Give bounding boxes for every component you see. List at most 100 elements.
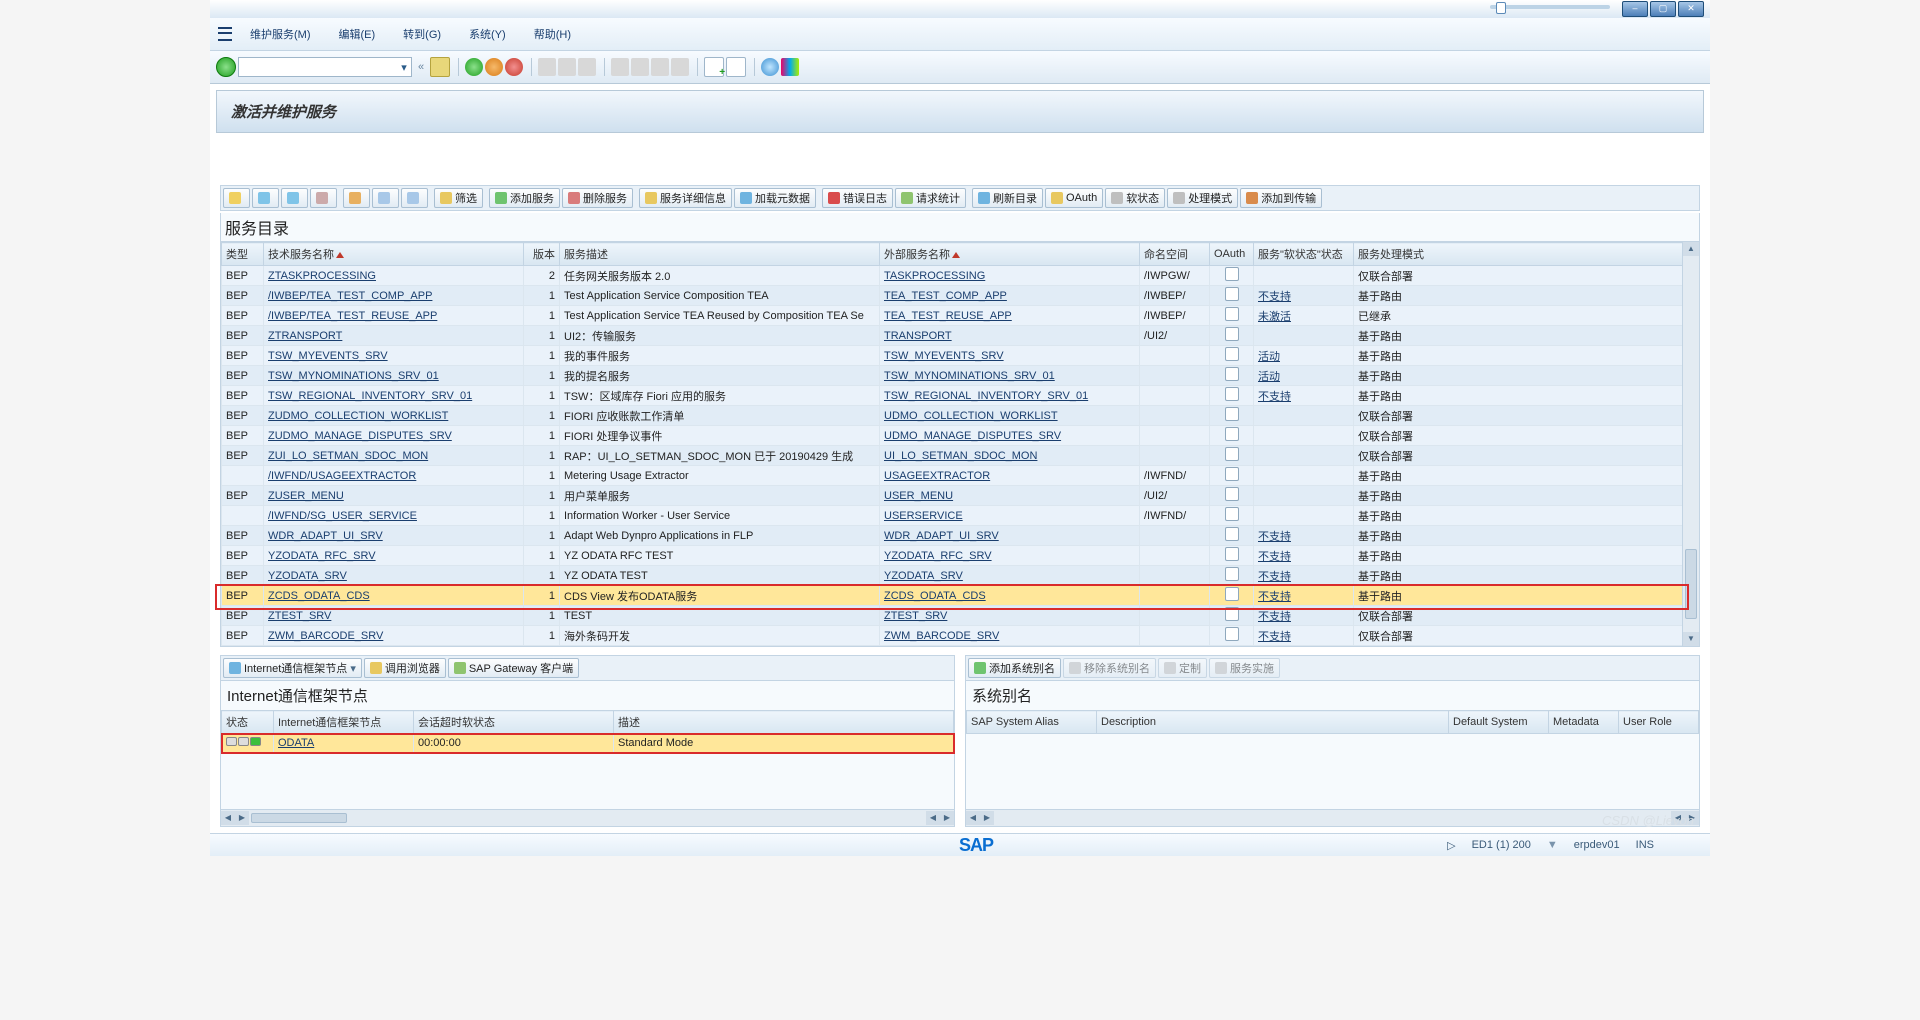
- alias-col-desc[interactable]: Description: [1097, 711, 1449, 734]
- cell-ext[interactable]: WDR_ADAPT_UI_SRV: [880, 526, 1140, 546]
- cell-ss[interactable]: 不支持: [1254, 546, 1354, 566]
- btn-service-detail[interactable]: 服务详细信息: [639, 188, 732, 208]
- btn-find[interactable]: [310, 188, 337, 208]
- btn-icf-node[interactable]: Internet通信框架节点▾: [223, 658, 362, 678]
- cell-oauth[interactable]: [1210, 366, 1254, 386]
- menu-goto[interactable]: 转到(G): [403, 26, 441, 42]
- cell-ext[interactable]: USER_MENU: [880, 486, 1140, 506]
- table-row[interactable]: BEPZWM_BARCODE_SRV1海外条码开发ZWM_BARCODE_SRV…: [222, 626, 1683, 646]
- cell-oauth[interactable]: [1210, 326, 1254, 346]
- table-row[interactable]: BEPTSW_MYNOMINATIONS_SRV_011我的提名服务TSW_MY…: [222, 366, 1683, 386]
- table-row[interactable]: BEPYZODATA_RFC_SRV1YZ ODATA RFC TESTYZOD…: [222, 546, 1683, 566]
- btn-sort-desc[interactable]: [281, 188, 308, 208]
- cell-tech[interactable]: TSW_REGIONAL_INVENTORY_SRV_01: [264, 386, 524, 406]
- cell-ext[interactable]: UI_LO_SETMAN_SDOC_MON: [880, 446, 1140, 466]
- alias-col-meta[interactable]: Metadata: [1549, 711, 1619, 734]
- cell-ss[interactable]: [1254, 446, 1354, 466]
- btn-gw-client[interactable]: SAP Gateway 客户端: [448, 658, 579, 678]
- cell-ext[interactable]: TASKPROCESSING: [880, 266, 1140, 286]
- cell-ext[interactable]: UDMO_COLLECTION_WORKLIST: [880, 406, 1140, 426]
- cell-oauth[interactable]: [1210, 546, 1254, 566]
- col-tech[interactable]: 技术服务名称: [264, 243, 524, 266]
- last-page-icon[interactable]: [671, 58, 689, 76]
- cell-ss[interactable]: [1254, 506, 1354, 526]
- cell-ext[interactable]: USERSERVICE: [880, 506, 1140, 526]
- save-icon[interactable]: [430, 57, 450, 77]
- print-icon[interactable]: [538, 58, 556, 76]
- btn-add-alias[interactable]: 添加系统别名: [968, 658, 1061, 678]
- btn-layout2[interactable]: [401, 188, 428, 208]
- cancel-icon[interactable]: [505, 58, 523, 76]
- table-row[interactable]: BEPZUSER_MENU1用户菜单服务USER_MENU/UI2/基于路由: [222, 486, 1683, 506]
- btn-details[interactable]: [223, 188, 250, 208]
- find-icon[interactable]: [558, 58, 576, 76]
- maximize-button[interactable]: ▢: [1650, 1, 1676, 17]
- vertical-scrollbar[interactable]: ▲ ▼: [1682, 242, 1699, 646]
- icf-col-desc[interactable]: 描述: [614, 711, 954, 734]
- cell-ext[interactable]: USAGEEXTRACTOR: [880, 466, 1140, 486]
- cell-oauth[interactable]: [1210, 446, 1254, 466]
- btn-load-metadata[interactable]: 加载元数据: [734, 188, 816, 208]
- hscroll-right[interactable]: ◀▶ ◀▶: [966, 809, 1699, 826]
- find-next-icon[interactable]: [578, 58, 596, 76]
- cell-ext[interactable]: TEA_TEST_REUSE_APP: [880, 306, 1140, 326]
- table-row[interactable]: BEP/IWBEP/TEA_TEST_REUSE_APP1Test Applic…: [222, 306, 1683, 326]
- table-row[interactable]: /IWFND/SG_USER_SERVICE1Information Worke…: [222, 506, 1683, 526]
- hscroll-left[interactable]: ◀▶ ◀▶: [221, 809, 954, 826]
- table-row[interactable]: BEPTSW_MYEVENTS_SRV1我的事件服务TSW_MYEVENTS_S…: [222, 346, 1683, 366]
- cell-ss[interactable]: 活动: [1254, 366, 1354, 386]
- table-row[interactable]: BEPZTASKPROCESSING2任务网关服务版本 2.0TASKPROCE…: [222, 266, 1683, 286]
- alias-col-role[interactable]: User Role: [1619, 711, 1699, 734]
- cell-ss[interactable]: 不支持: [1254, 566, 1354, 586]
- minimize-button[interactable]: –: [1622, 1, 1648, 17]
- cell-ext[interactable]: ZCDS_ODATA_CDS: [880, 586, 1140, 606]
- cell-tech[interactable]: /IWBEP/TEA_TEST_REUSE_APP: [264, 306, 524, 326]
- dropdown-icon[interactable]: ▾: [397, 61, 411, 74]
- col-type[interactable]: 类型: [222, 243, 264, 266]
- status-nav-icon[interactable]: ▷: [1447, 839, 1455, 852]
- cell-ss[interactable]: [1254, 326, 1354, 346]
- exit-icon[interactable]: [485, 58, 503, 76]
- btn-add-service[interactable]: 添加服务: [489, 188, 560, 208]
- icf-col-timeout[interactable]: 会话超时软状态: [414, 711, 614, 734]
- alias-col-default[interactable]: Default System: [1449, 711, 1549, 734]
- cell-ext[interactable]: ZWM_BARCODE_SRV: [880, 626, 1140, 646]
- cell-oauth[interactable]: [1210, 606, 1254, 626]
- btn-oauth[interactable]: OAuth: [1045, 188, 1103, 208]
- cell-tech[interactable]: YZODATA_SRV: [264, 566, 524, 586]
- btn-delete-service[interactable]: 删除服务: [562, 188, 633, 208]
- cell-tech[interactable]: TSW_MYNOMINATIONS_SRV_01: [264, 366, 524, 386]
- table-row[interactable]: BEPZTEST_SRV1TESTZTEST_SRV不支持仅联合部署: [222, 606, 1683, 626]
- table-row[interactable]: BEPTSW_REGIONAL_INVENTORY_SRV_011TSW：区域库…: [222, 386, 1683, 406]
- zoom-slider[interactable]: [1490, 5, 1610, 9]
- cell-tech[interactable]: ZUI_LO_SETMAN_SDOC_MON: [264, 446, 524, 466]
- cell-tech[interactable]: /IWFND/SG_USER_SERVICE: [264, 506, 524, 526]
- cell-oauth[interactable]: [1210, 506, 1254, 526]
- btn-error-log[interactable]: 错误日志: [822, 188, 893, 208]
- table-row[interactable]: BEPYZODATA_SRV1YZ ODATA TESTYZODATA_SRV不…: [222, 566, 1683, 586]
- scroll-up-icon[interactable]: ▲: [1683, 242, 1699, 256]
- cell-ss[interactable]: 不支持: [1254, 626, 1354, 646]
- enter-icon[interactable]: [216, 57, 236, 77]
- cell-ext[interactable]: YZODATA_SRV: [880, 566, 1140, 586]
- menu-system[interactable]: 系统(Y): [469, 26, 506, 42]
- cell-ext[interactable]: TRANSPORT: [880, 326, 1140, 346]
- cell-oauth[interactable]: [1210, 526, 1254, 546]
- cell-ext[interactable]: TSW_MYNOMINATIONS_SRV_01: [880, 366, 1140, 386]
- cell-oauth[interactable]: [1210, 306, 1254, 326]
- col-procmode[interactable]: 服务处理模式: [1354, 243, 1683, 266]
- cell-oauth[interactable]: [1210, 286, 1254, 306]
- cell-ss[interactable]: 不支持: [1254, 286, 1354, 306]
- btn-proc-mode[interactable]: 处理模式: [1167, 188, 1238, 208]
- cell-oauth[interactable]: [1210, 466, 1254, 486]
- new-session-icon[interactable]: +: [704, 57, 724, 77]
- cell-oauth[interactable]: [1210, 406, 1254, 426]
- cell-ss[interactable]: 活动: [1254, 346, 1354, 366]
- cell-tech[interactable]: ZTRANSPORT: [264, 326, 524, 346]
- col-desc[interactable]: 服务描述: [560, 243, 880, 266]
- cell-tech[interactable]: TSW_MYEVENTS_SRV: [264, 346, 524, 366]
- menu-icon[interactable]: [218, 27, 232, 41]
- help-icon[interactable]: [761, 58, 779, 76]
- cell-ext[interactable]: TSW_REGIONAL_INVENTORY_SRV_01: [880, 386, 1140, 406]
- cell-ss[interactable]: [1254, 266, 1354, 286]
